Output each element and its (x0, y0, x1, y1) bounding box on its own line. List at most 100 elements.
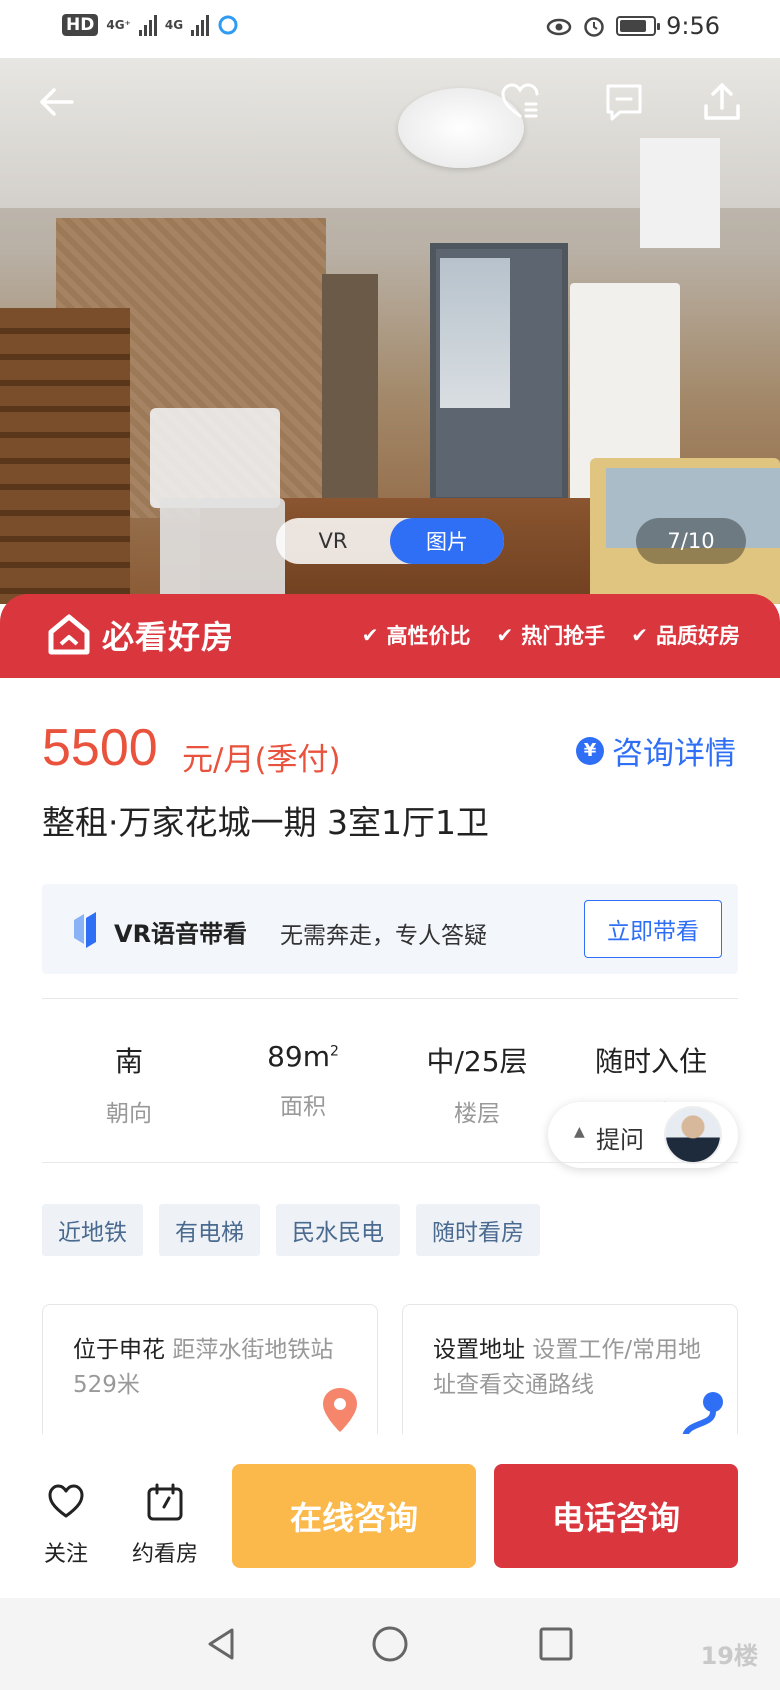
commute-text: 设置地址 设置工作/常用地址查看交通路线 (433, 1333, 713, 1403)
caret-up-icon: ▲ (574, 1124, 585, 1140)
heart-list-icon (501, 83, 539, 118)
status-right: 9:56 (546, 12, 720, 40)
share-button[interactable] (698, 78, 746, 126)
site-watermark: 19楼 (700, 1642, 758, 1670)
spec-label: 朝向 (106, 1101, 152, 1127)
book-label: 约看房 (131, 1542, 198, 1567)
follow-label: 关注 (43, 1542, 88, 1567)
spec-floor: 中/25层 楼层 (390, 1040, 564, 1128)
network-4g-plus: 4G⁺ (106, 18, 131, 32)
banner-tag: ✔ 热门抢手 (496, 620, 605, 650)
eye-icon (546, 18, 572, 36)
listing-photo[interactable]: VR 图片 7/10 (0, 58, 780, 604)
divider (42, 998, 738, 999)
feature-tags: 近地铁 有电梯 民水民电 随时看房 (42, 1204, 540, 1256)
must-see-banner: 必看好房 ✔ 高性价比 ✔ 热门抢手 ✔ 品质好房 (0, 594, 780, 678)
book-viewing-button[interactable]: 约看房 (126, 1482, 204, 1568)
media-toggle: VR 图片 (276, 518, 504, 564)
spec-value: 南 (114, 1045, 143, 1078)
vr-tab[interactable]: VR (276, 518, 390, 564)
follow-button[interactable]: 关注 (36, 1482, 96, 1568)
photo-storage-box (150, 408, 280, 508)
feature-tag: 随时看房 (416, 1204, 540, 1256)
photo-window-view (440, 258, 510, 408)
start-vr-guide-button[interactable]: 立即带看 (584, 900, 722, 958)
message-button[interactable] (600, 78, 648, 126)
spec-orientation: 南 朝向 (42, 1040, 216, 1128)
back-arrow-icon (40, 88, 74, 116)
feature-tag: 民水民电 (276, 1204, 400, 1256)
banner-tags: ✔ 高性价比 ✔ 热门抢手 ✔ 品质好房 (362, 620, 740, 650)
vr-logo-icon (74, 912, 96, 948)
spec-label: 楼层 (454, 1101, 500, 1127)
signal-icon (138, 14, 157, 36)
nav-home-icon[interactable] (370, 1624, 410, 1664)
status-left: HD 4G⁺ 4G (62, 14, 239, 36)
spec-value: 89m2 (216, 1040, 390, 1073)
favorite-button[interactable] (496, 78, 544, 126)
status-bar: HD 4G⁺ 4G 9:56 (0, 0, 780, 58)
back-button[interactable] (32, 78, 80, 126)
nav-back-icon[interactable] (202, 1624, 242, 1664)
share-icon (704, 83, 740, 120)
check-icon: ✔ (361, 623, 379, 647)
photo-doorway (322, 274, 378, 504)
yen-icon: ¥ (576, 736, 604, 765)
nav-recents-icon[interactable] (536, 1624, 576, 1664)
consult-details-link[interactable]: ¥ 咨询详情 (576, 728, 736, 773)
ask-label: 提问 (596, 1126, 644, 1154)
spec-label: 面积 (280, 1094, 326, 1120)
feature-tag: 近地铁 (42, 1204, 143, 1256)
location-text: 位于申花 距萍水街地铁站529米 (73, 1333, 353, 1403)
action-bar: 关注 约看房 在线咨询 电话咨询 (0, 1434, 780, 1598)
hd-badge: HD (62, 14, 99, 36)
vr-guide-card: VR语音带看 无需奔走，专人答疑 立即带看 (42, 884, 738, 974)
photo-storage-box-2 (160, 498, 285, 604)
online-consult-button[interactable]: 在线咨询 (232, 1464, 476, 1568)
spec-value: 中/25层 (426, 1045, 528, 1078)
photo-air-conditioner (640, 138, 720, 248)
chat-icon (606, 84, 642, 121)
banner-tag-label: 高性价比 (386, 624, 471, 648)
commute-title: 设置地址 (433, 1337, 525, 1363)
heart-icon (48, 1484, 84, 1518)
spec-area: 89m2 面积 (216, 1040, 390, 1121)
spec-area-value: 89m (267, 1040, 330, 1073)
check-icon: ✔ (496, 623, 514, 647)
check-icon: ✔ (631, 623, 648, 647)
commute-card[interactable]: 设置地址 设置工作/常用地址查看交通路线 (402, 1304, 738, 1444)
battery-fill (620, 20, 646, 32)
clock: 9:56 (666, 12, 720, 40)
system-nav-bar: 19楼 (0, 1598, 780, 1690)
house-logo-icon (48, 614, 90, 655)
photo-tab[interactable]: 图片 (390, 518, 504, 564)
banner-title: 必看好房 (102, 618, 235, 656)
banner-tag-label: 品质好房 (656, 624, 740, 648)
phone-consult-button[interactable]: 电话咨询 (494, 1464, 738, 1568)
ask-agent-button[interactable]: ▲ 提问 (548, 1102, 738, 1168)
vr-guide-desc: 无需奔走，专人答疑 (280, 923, 487, 949)
calendar-icon (147, 1483, 183, 1521)
listing-title: 整租·万家花城一期 3室1厅1卫 (42, 803, 489, 842)
app-notification-icon (218, 15, 238, 35)
photo-counter: 7/10 (636, 518, 746, 564)
spec-value: 随时入住 (594, 1045, 707, 1078)
location-area: 位于申花 (73, 1337, 165, 1363)
banner-tag: ✔ 品质好房 (631, 620, 740, 650)
spec-area-unit-sup: 2 (329, 1043, 339, 1060)
consult-label: 咨询详情 (612, 736, 736, 772)
banner-tag-label: 热门抢手 (521, 624, 606, 648)
location-card[interactable]: 位于申花 距萍水街地铁站529米 (42, 1304, 378, 1444)
banner-tag: ✔ 高性价比 (362, 620, 471, 650)
feature-tag: 有电梯 (159, 1204, 260, 1256)
agent-avatar (664, 1106, 722, 1164)
vr-guide-title: VR语音带看 (114, 920, 248, 948)
rent-price: 5500 (42, 719, 158, 777)
network-4g: 4G (164, 18, 184, 32)
alarm-icon (584, 17, 604, 37)
photo-shelf (0, 308, 130, 604)
battery-icon (616, 16, 661, 36)
price-unit: 元/月(季付) (182, 742, 341, 778)
divider (42, 1162, 738, 1163)
signal-icon-2 (191, 14, 210, 36)
